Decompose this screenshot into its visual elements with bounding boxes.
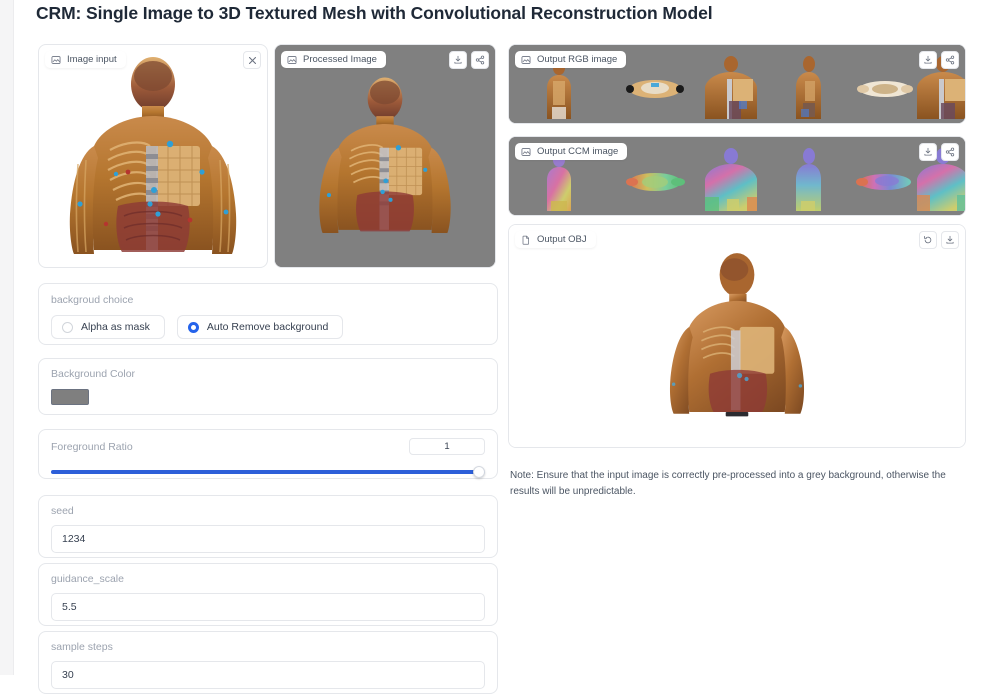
image-input-panel[interactable]: Image input	[38, 44, 268, 268]
anatomy-figure-graphic	[69, 56, 237, 254]
download-button[interactable]	[919, 51, 937, 69]
foreground-ratio-slider[interactable]	[51, 466, 485, 478]
image-icon	[521, 147, 531, 156]
image-icon	[287, 55, 297, 64]
output-rgb-panel[interactable]: Output RGB image	[508, 44, 966, 124]
background-color-label: Background Color	[51, 368, 136, 380]
image-input-label-text: Image input	[67, 54, 117, 65]
processed-anatomy-figure-graphic	[319, 77, 451, 233]
sample-steps-label: sample steps	[51, 641, 113, 653]
background-choice-options: Alpha as mask Auto Remove background	[51, 315, 485, 339]
output-obj-label-text: Output OBJ	[537, 234, 587, 245]
background-color-card: Background Color	[38, 358, 498, 415]
share-icon	[945, 55, 955, 65]
output-rgb-label-text: Output RGB image	[537, 54, 618, 65]
radio-alpha-as-mask[interactable]: Alpha as mask	[51, 315, 165, 339]
seed-input[interactable]: 1234	[51, 525, 485, 553]
radio-auto-remove-background-label: Auto Remove background	[206, 321, 329, 333]
download-button[interactable]	[919, 143, 937, 161]
share-button[interactable]	[471, 51, 489, 69]
background-choice-label: backgroud choice	[51, 294, 134, 306]
file-icon	[522, 235, 529, 245]
share-button[interactable]	[941, 51, 959, 69]
radio-indicator-selected	[187, 321, 199, 333]
sample-steps-input[interactable]: 30	[51, 661, 485, 689]
seed-card: seed 1234	[38, 495, 498, 558]
output-obj-actions	[919, 231, 959, 249]
share-icon	[475, 55, 485, 65]
foreground-ratio-value[interactable]: 1	[409, 438, 485, 455]
output-obj-label-chip: Output OBJ	[515, 231, 596, 248]
output-rgb-label-chip: Output RGB image	[515, 51, 627, 68]
output-obj-panel[interactable]: Output OBJ	[508, 224, 966, 448]
output-ccm-panel[interactable]: Output CCM image	[508, 136, 966, 216]
output-ccm-label-chip: Output CCM image	[515, 143, 628, 160]
seed-label: seed	[51, 505, 74, 517]
processed-image-actions	[449, 51, 489, 69]
share-button[interactable]	[941, 143, 959, 161]
guidance-scale-input[interactable]: 5.5	[51, 593, 485, 621]
image-input-actions	[243, 51, 261, 69]
foreground-ratio-card: Foreground Ratio 1	[38, 429, 498, 479]
download-icon	[454, 55, 462, 64]
page-left-edge	[0, 0, 14, 675]
download-icon	[946, 235, 954, 244]
processed-image-label-text: Processed Image	[303, 54, 377, 65]
radio-indicator	[62, 321, 73, 333]
close-button[interactable]	[243, 51, 261, 69]
sample-steps-card: sample steps 30	[38, 631, 498, 694]
output-ccm-label-text: Output CCM image	[537, 146, 619, 157]
slider-thumb[interactable]	[473, 466, 485, 478]
background-choice-card: backgroud choice Alpha as mask Auto Remo…	[38, 283, 498, 345]
undo-icon	[924, 235, 932, 244]
foreground-ratio-header: Foreground Ratio 1	[51, 438, 485, 455]
reset-view-button[interactable]	[919, 231, 937, 249]
processed-image-label-chip: Processed Image	[281, 51, 386, 68]
guidance-scale-card: guidance_scale 5.5	[38, 563, 498, 626]
download-icon	[924, 55, 932, 64]
guidance-scale-label: guidance_scale	[51, 573, 124, 585]
close-icon	[248, 56, 256, 64]
foreground-ratio-label: Foreground Ratio	[51, 440, 133, 453]
share-icon	[945, 147, 955, 157]
output-rgb-actions	[919, 51, 959, 69]
preprocessing-note: Note: Ensure that the input image is cor…	[510, 470, 946, 497]
obj-mesh-render-graphic	[669, 253, 805, 417]
processed-image-preview	[275, 45, 495, 267]
processed-image-panel[interactable]: Processed Image	[274, 44, 496, 268]
image-input-label-chip: Image input	[45, 51, 126, 68]
background-color-swatch[interactable]	[51, 389, 89, 405]
slider-track	[51, 470, 485, 474]
obj-viewer-canvas[interactable]	[509, 225, 965, 447]
download-button[interactable]	[449, 51, 467, 69]
image-input-preview	[39, 45, 267, 267]
download-icon	[924, 147, 932, 156]
image-icon	[521, 55, 531, 64]
radio-alpha-as-mask-label: Alpha as mask	[81, 321, 150, 333]
output-ccm-actions	[919, 143, 959, 161]
image-icon	[51, 55, 61, 64]
download-button[interactable]	[941, 231, 959, 249]
radio-auto-remove-background[interactable]: Auto Remove background	[176, 315, 344, 339]
page-title: CRM: Single Image to 3D Textured Mesh wi…	[36, 3, 713, 23]
